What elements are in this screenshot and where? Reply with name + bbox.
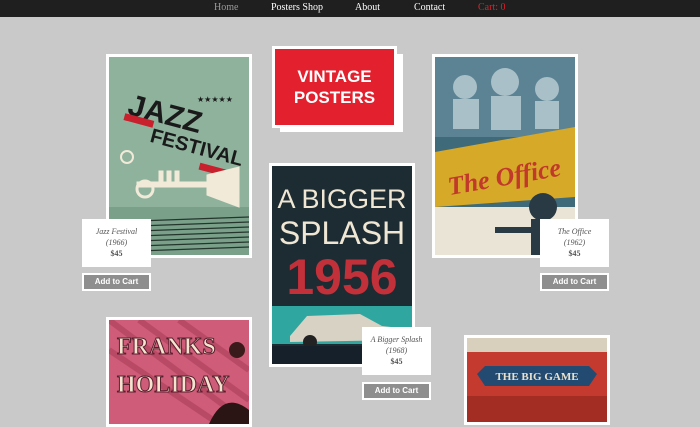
product-price: $45 [110, 249, 123, 258]
franks-art-text-1: FRANKS [117, 334, 216, 360]
product-title: A Bigger Splash [370, 335, 423, 344]
product-year: (1966) [105, 238, 128, 247]
product-year: (1962) [563, 238, 586, 247]
top-navbar: Home Posters Shop About Contact Cart: 0 [0, 0, 700, 17]
product-price: $45 [390, 357, 403, 366]
product-price: $45 [568, 249, 581, 258]
vintage-posters-logo[interactable]: VINTAGE POSTERS [272, 46, 406, 134]
product-title: Jazz Festival [95, 227, 138, 236]
big-game-art-text: THE BIG GAME [495, 371, 578, 383]
the-big-game-artwork: THE BIG GAME [467, 338, 607, 422]
logo-line-1: VINTAGE [297, 67, 372, 86]
nav-cart[interactable]: Cart: 0 [478, 2, 506, 13]
franks-art-text-2: HOLIDAY [117, 372, 229, 398]
splash-art-text-1: A BIGGER [277, 184, 406, 214]
nav-posters-shop[interactable]: Posters Shop [271, 2, 323, 13]
splash-art-text-2: SPLASH [279, 215, 405, 251]
add-to-cart-button[interactable]: Add to Cart [82, 273, 151, 291]
product-info-a-bigger-splash: A Bigger Splash (1968) $45 [362, 327, 431, 375]
product-info-the-office: The Office (1962) $45 [540, 219, 609, 267]
product-title: The Office [557, 227, 592, 236]
splash-art-year: 1956 [286, 249, 397, 305]
nav-contact[interactable]: Contact [414, 2, 445, 13]
svg-text:★★★★★: ★★★★★ [197, 95, 233, 104]
poster-the-big-game[interactable]: THE BIG GAME [464, 335, 610, 425]
poster-franks-holiday[interactable]: FRANKS HOLIDAY [106, 317, 252, 427]
franks-holiday-artwork: FRANKS HOLIDAY [109, 320, 249, 424]
product-year: (1968) [385, 346, 408, 355]
add-to-cart-button[interactable]: Add to Cart [362, 382, 431, 400]
product-info-jazz-festival: Jazz Festival (1966) $45 [82, 219, 151, 267]
logo-card: VINTAGE POSTERS [272, 46, 397, 128]
add-to-cart-button[interactable]: Add to Cart [540, 273, 609, 291]
logo-panel: VINTAGE POSTERS [275, 49, 394, 125]
logo-line-2: POSTERS [293, 88, 376, 107]
nav-about[interactable]: About [355, 2, 380, 13]
nav-home[interactable]: Home [214, 2, 238, 13]
